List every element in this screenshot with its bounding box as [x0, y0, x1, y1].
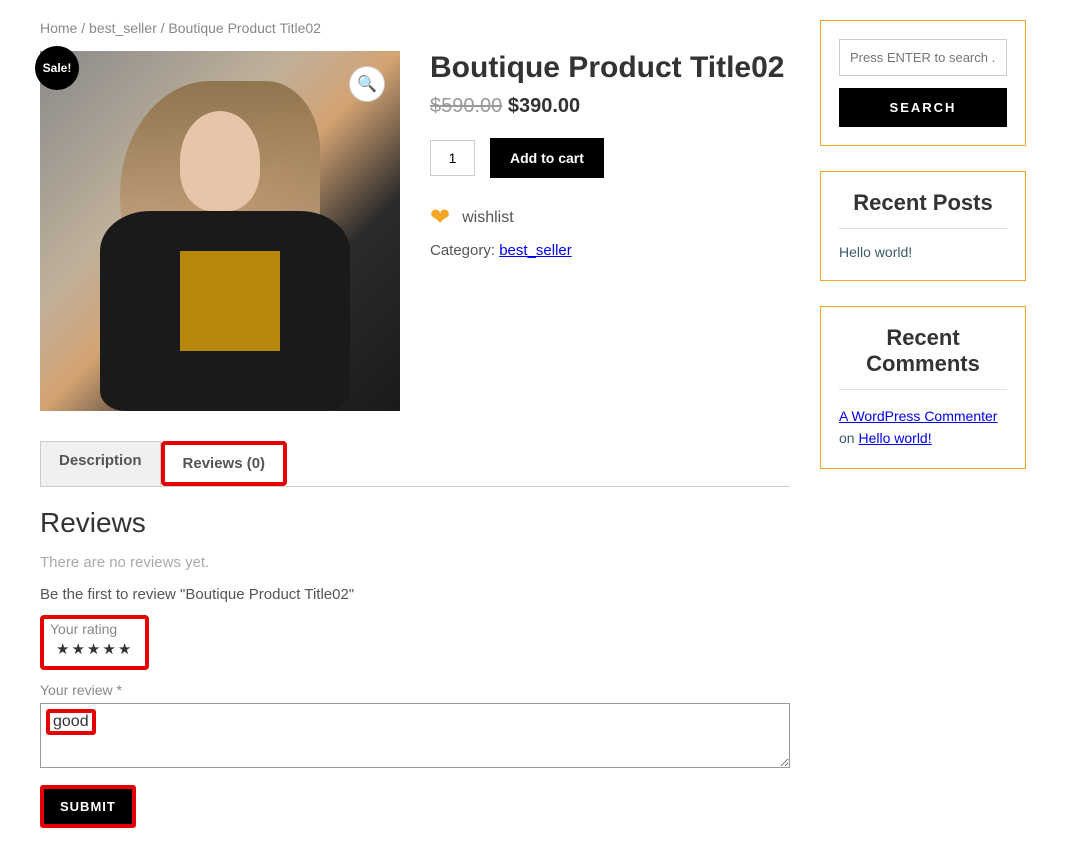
- tab-reviews[interactable]: Reviews (0): [161, 441, 288, 486]
- submit-button[interactable]: SUBMIT: [40, 785, 136, 828]
- zoom-button[interactable]: 🔍: [349, 66, 385, 102]
- first-review-text: Be the first to review "Boutique Product…: [40, 586, 790, 603]
- product-title: Boutique Product Title02: [430, 51, 790, 85]
- review-label: Your review *: [40, 682, 790, 698]
- star-icon[interactable]: ★: [118, 641, 131, 658]
- tab-description[interactable]: Description: [40, 441, 161, 486]
- sale-badge: Sale!: [35, 46, 79, 90]
- recent-post-link[interactable]: Hello world!: [839, 244, 912, 260]
- product-image[interactable]: [40, 51, 400, 411]
- review-text-value: good: [46, 709, 96, 735]
- search-button[interactable]: SEARCH: [839, 88, 1007, 127]
- quantity-input[interactable]: [430, 140, 475, 176]
- recent-posts-title: Recent Posts: [839, 190, 1007, 229]
- search-input[interactable]: [839, 39, 1007, 76]
- heart-icon: ❤: [430, 203, 450, 232]
- star-icon[interactable]: ★: [71, 641, 84, 658]
- wishlist-row[interactable]: ❤ wishlist: [430, 203, 790, 232]
- breadcrumb-sep: /: [77, 20, 89, 36]
- breadcrumb-category[interactable]: best_seller: [89, 20, 157, 36]
- recent-posts-widget: Recent Posts Hello world!: [820, 171, 1026, 281]
- magnifier-icon: 🔍: [357, 74, 377, 94]
- recent-comments-title: Recent Comments: [839, 325, 1007, 390]
- wishlist-label: wishlist: [462, 209, 514, 227]
- product-tabs: Description Reviews (0): [40, 441, 790, 487]
- old-price-value: 590.00: [441, 95, 502, 117]
- add-to-cart-button[interactable]: Add to cart: [490, 138, 604, 178]
- star-icon[interactable]: ★: [87, 641, 100, 658]
- breadcrumb-sep: /: [157, 20, 169, 36]
- currency: $: [508, 95, 519, 117]
- search-widget: SEARCH: [820, 20, 1026, 146]
- rating-stars[interactable]: ★★★★★: [50, 637, 139, 662]
- category-row: Category: best_seller: [430, 242, 790, 259]
- category-link[interactable]: best_seller: [499, 242, 572, 259]
- breadcrumb-home[interactable]: Home: [40, 20, 77, 36]
- reviews-heading: Reviews: [40, 507, 790, 539]
- currency: $: [430, 95, 441, 117]
- comment-post-link[interactable]: Hello world!: [858, 430, 931, 446]
- no-reviews-text: There are no reviews yet.: [40, 554, 790, 571]
- product-image-wrap: Sale! 🔍: [40, 51, 400, 411]
- breadcrumb-current: Boutique Product Title02: [168, 20, 321, 36]
- star-icon[interactable]: ★: [56, 641, 69, 658]
- review-textarea[interactable]: [40, 703, 790, 768]
- recent-comment-item: A WordPress Commenter on Hello world!: [839, 405, 1007, 450]
- category-label: Category:: [430, 242, 499, 259]
- comment-on-text: on: [839, 430, 858, 446]
- new-price-value: 390.00: [519, 95, 580, 117]
- product-price: $590.00 $390.00: [430, 95, 790, 118]
- comment-author-link[interactable]: A WordPress Commenter: [839, 408, 997, 424]
- breadcrumb: Home / best_seller / Boutique Product Ti…: [40, 20, 790, 36]
- rating-label: Your rating: [50, 621, 139, 637]
- recent-comments-widget: Recent Comments A WordPress Commenter on…: [820, 306, 1026, 469]
- star-icon[interactable]: ★: [102, 641, 115, 658]
